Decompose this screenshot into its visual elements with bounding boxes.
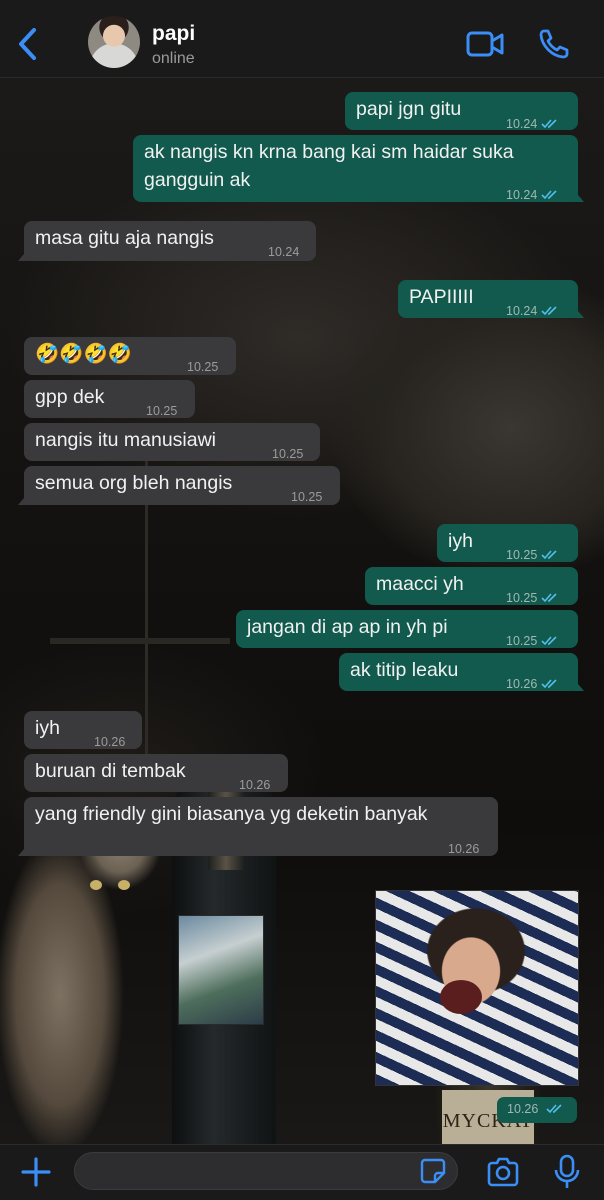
message-time: 10.25 (506, 591, 538, 605)
read-ticks-icon (541, 636, 557, 646)
read-ticks-icon (541, 119, 557, 129)
message-text: nangis itu manusiawi (35, 429, 217, 451)
contact-avatar[interactable] (88, 16, 140, 68)
message-time: 10.25 (506, 548, 538, 562)
message-time: 10.24 (506, 117, 538, 131)
attach-button[interactable] (20, 1156, 52, 1188)
outgoing-message-bubble[interactable]: ak nangis kn krna bang kai sm haidar suk… (133, 135, 584, 202)
message-timestamp: 10.25 (506, 584, 559, 612)
incoming-message-bubble[interactable]: yang friendly gini biasanya yg deketin b… (18, 797, 498, 856)
message-timestamp: 10.25 (506, 627, 559, 655)
chat-header: papi online (0, 0, 604, 78)
message-timestamp: 10.25 (506, 541, 559, 569)
message-timestamp: 10.26 (448, 835, 479, 863)
message-timestamp: 10.25 (291, 483, 322, 511)
back-button[interactable] (14, 26, 44, 62)
message-text: masa gitu aja nangis (35, 227, 214, 249)
message-time: 10.24 (506, 304, 538, 318)
plus-icon (21, 1157, 51, 1187)
outgoing-message-bubble[interactable]: iyh 10.25 (437, 524, 578, 562)
outgoing-message-bubble[interactable]: papi jgn gitu 10.24 (345, 92, 578, 131)
message-time: 10.26 (239, 778, 271, 792)
message-time: 10.25 (291, 490, 323, 504)
microphone-icon (554, 1154, 580, 1188)
message-timestamp: 10.24 (268, 238, 299, 266)
read-ticks-icon (546, 1104, 562, 1114)
incoming-message-bubble[interactable]: 🤣🤣🤣🤣 10.25 (24, 337, 236, 375)
message-timestamp: 10.26 (506, 670, 559, 698)
phone-icon (539, 29, 569, 59)
message-text: semua org bleh nangis (35, 472, 233, 494)
message-time: 10.25 (187, 360, 219, 374)
outgoing-message-bubble[interactable]: maacci yh 10.25 (365, 567, 578, 605)
message-timestamp: 10.26 (239, 771, 270, 799)
message-text: ak nangis kn krna bang kai sm haidar suk… (144, 141, 514, 191)
microphone-button[interactable] (554, 1154, 580, 1190)
sticker-icon (420, 1158, 446, 1184)
read-ticks-icon (541, 550, 557, 560)
read-ticks-icon (541, 190, 557, 200)
cat-eye (90, 880, 102, 890)
message-text: yang friendly gini biasanya yg deketin b… (35, 803, 428, 825)
message-time: 10.26 (94, 735, 126, 749)
incoming-message-bubble[interactable]: nangis itu manusiawi 10.25 (24, 423, 320, 461)
incoming-message-bubble[interactable]: iyh 10.26 (24, 711, 142, 749)
message-timestamp: 10.25 (187, 353, 218, 381)
message-timestamp: 10.24 (506, 297, 559, 325)
message-time: 10.26 (507, 1102, 539, 1116)
read-ticks-icon (541, 306, 557, 316)
outgoing-message-bubble[interactable]: jangan di ap ap in yh pi 10.25 (236, 610, 578, 648)
message-time: 10.25 (506, 634, 538, 648)
outgoing-message-bubble[interactable]: ak titip leaku 10.26 (339, 653, 584, 691)
read-ticks-icon (541, 593, 557, 603)
incoming-message-bubble[interactable]: semua org bleh nangis 10.25 (18, 466, 340, 505)
message-time: 10.25 (272, 447, 304, 461)
sticker-detail (440, 980, 482, 1014)
message-time: 10.24 (268, 245, 300, 259)
sticker-button[interactable] (420, 1158, 446, 1184)
contact-status: online (152, 50, 195, 67)
message-time: 10.26 (448, 842, 480, 856)
message-time: 10.24 (506, 188, 538, 202)
incoming-message-bubble[interactable]: buruan di tembak 10.26 (24, 754, 288, 792)
camera-button[interactable] (486, 1157, 520, 1187)
message-time: 10.25 (146, 404, 178, 418)
video-call-button[interactable] (466, 30, 504, 58)
video-camera-icon (466, 31, 504, 57)
contact-name[interactable]: papi (152, 22, 195, 46)
message-input[interactable] (74, 1152, 458, 1190)
incoming-message-bubble[interactable]: masa gitu aja nangis 10.24 (18, 221, 316, 261)
message-timestamp: 10.25 (272, 440, 303, 468)
cat-eye (118, 880, 130, 890)
sticker-timestamp: 10.26 (497, 1097, 577, 1123)
message-timestamp: 10.24 (506, 181, 559, 209)
read-ticks-icon (541, 679, 557, 689)
incoming-message-bubble[interactable]: gpp dek 10.25 (24, 380, 195, 418)
wallpaper-pole (145, 458, 148, 788)
chevron-left-icon (19, 28, 36, 60)
voice-call-button[interactable] (538, 28, 570, 60)
message-time: 10.26 (506, 677, 538, 691)
wallpaper-shelf (50, 638, 230, 644)
message-timestamp: 10.26 (94, 728, 125, 756)
wallpaper-bottle-label (178, 915, 264, 1025)
message-timestamp: 10.25 (146, 397, 177, 425)
outgoing-message-bubble[interactable]: PAPIIIII 10.24 (398, 280, 584, 318)
message-timestamp: 10.24 (506, 110, 559, 138)
camera-icon (487, 1157, 519, 1187)
